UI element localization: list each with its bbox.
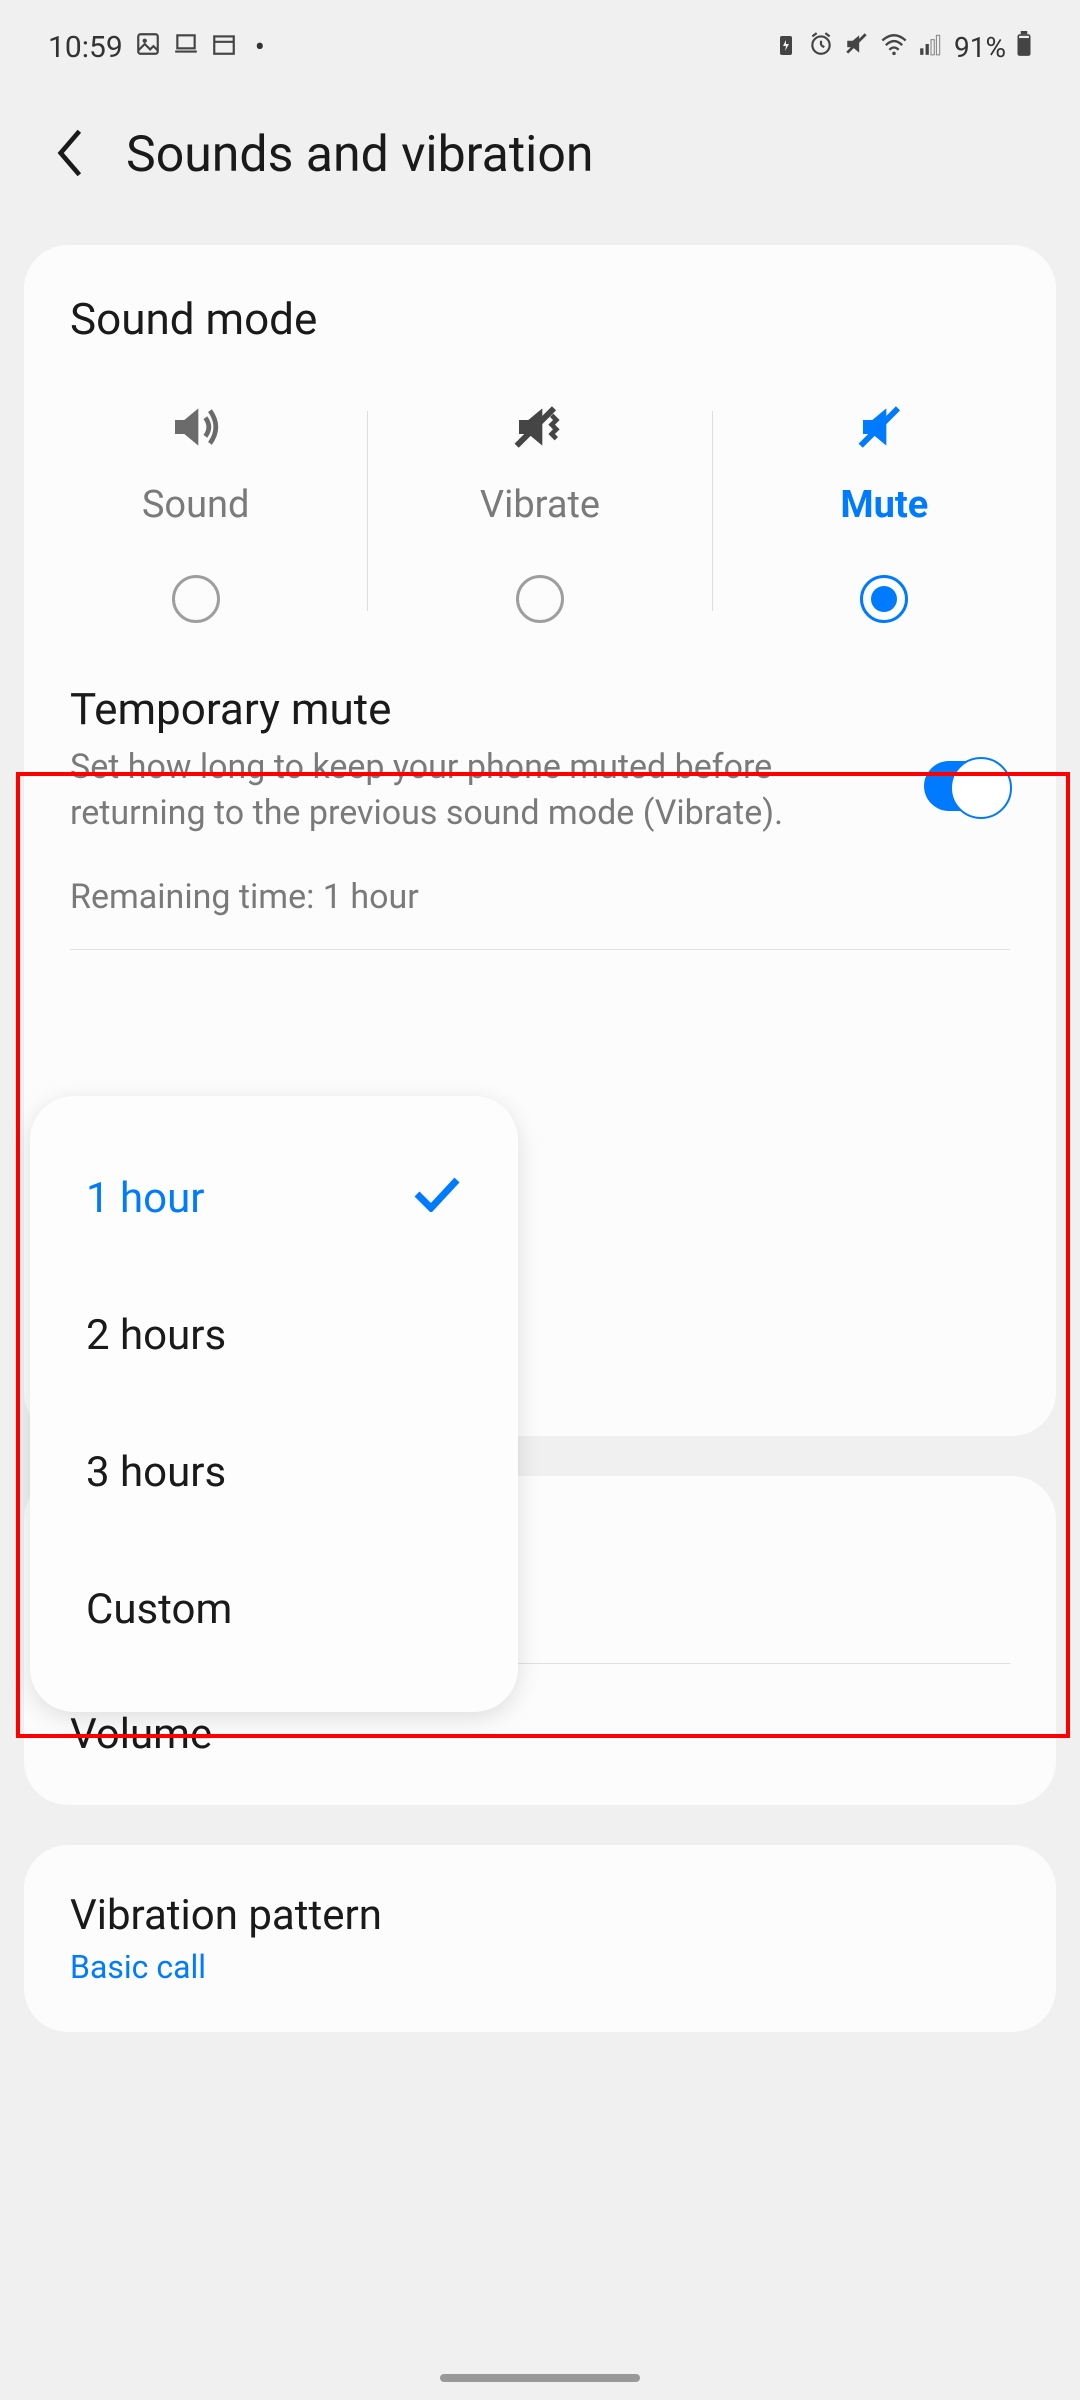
status-right: 91% (774, 30, 1032, 65)
mode-label-mute: Mute (840, 483, 928, 527)
battery-icon (1016, 31, 1032, 64)
clock: 10:59 (48, 30, 123, 65)
status-bar: 10:59 • 91% (0, 0, 1080, 85)
dropdown-item-2hours[interactable]: 2 hours (30, 1267, 518, 1404)
battery-saver-icon (774, 31, 798, 64)
mode-option-vibrate[interactable]: Vibrate (368, 399, 711, 623)
alarm-icon (808, 31, 834, 64)
page-title: Sounds and vibration (126, 126, 593, 184)
radio-mute[interactable] (860, 575, 908, 623)
dropdown-label: Custom (86, 1585, 232, 1634)
vibration-card: Vibration pattern Basic call (24, 1845, 1056, 2032)
dropdown-item-1hour[interactable]: 1 hour (30, 1130, 518, 1267)
temp-mute-description: Set how long to keep your phone muted be… (70, 745, 900, 837)
page-header: Sounds and vibration (0, 85, 1080, 245)
wifi-icon (880, 30, 908, 65)
temp-mute-toggle[interactable] (924, 761, 1010, 811)
nav-handle[interactable] (440, 2374, 640, 2382)
calendar-icon (211, 30, 237, 65)
temp-mute-title: Temporary mute (70, 683, 1010, 735)
sound-mode-row: Sound Vibrate Mute (24, 389, 1056, 623)
mute-status-icon (844, 31, 870, 64)
remaining-time: Remaining time: 1 hour (70, 877, 1010, 917)
temporary-mute-section: Temporary mute Set how long to keep your… (24, 623, 1056, 917)
image-icon (135, 30, 161, 65)
vibration-pattern-title: Vibration pattern (70, 1891, 1010, 1940)
mode-label-sound: Sound (142, 483, 250, 527)
signal-icon (918, 31, 944, 64)
vibration-pattern-row[interactable]: Vibration pattern Basic call (24, 1845, 1056, 2032)
mute-icon (856, 399, 912, 459)
speaker-icon (168, 399, 224, 459)
duration-dropdown: 1 hour 2 hours 3 hours Custom (30, 1096, 518, 1712)
dropdown-item-3hours[interactable]: 3 hours (30, 1404, 518, 1541)
dropdown-item-custom[interactable]: Custom (30, 1541, 518, 1678)
radio-sound[interactable] (172, 575, 220, 623)
dropdown-label: 2 hours (86, 1311, 226, 1360)
volume-title: Volume (70, 1710, 1010, 1759)
vibration-pattern-value: Basic call (70, 1948, 1010, 1986)
mode-label-vibrate: Vibrate (480, 483, 600, 527)
status-left: 10:59 • (48, 30, 265, 65)
dot-icon: • (255, 30, 265, 65)
check-icon (412, 1174, 462, 1223)
battery-percent: 91% (954, 31, 1006, 64)
vibrate-icon (512, 399, 568, 459)
mode-option-sound[interactable]: Sound (24, 399, 367, 623)
sound-mode-heading: Sound mode (24, 293, 1056, 389)
dropdown-label: 3 hours (86, 1448, 226, 1497)
mode-option-mute[interactable]: Mute (713, 399, 1056, 623)
radio-vibrate[interactable] (516, 575, 564, 623)
laptop-icon (173, 30, 199, 65)
back-icon[interactable] (50, 125, 90, 185)
dropdown-label: 1 hour (86, 1174, 205, 1223)
